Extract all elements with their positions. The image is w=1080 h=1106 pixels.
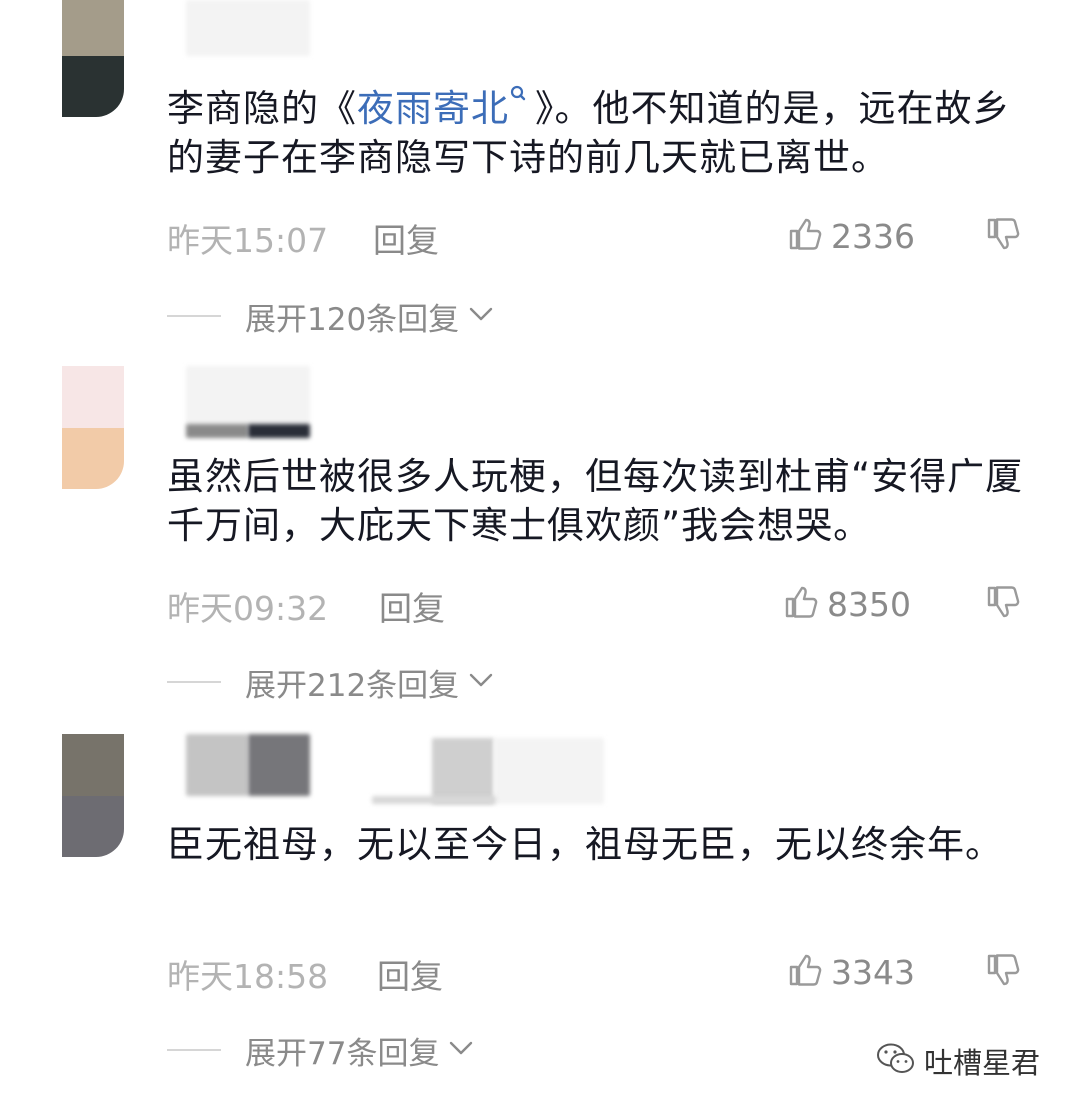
username-blurred bbox=[372, 796, 496, 804]
username-blurred bbox=[186, 424, 248, 438]
thumbs-down-icon bbox=[985, 586, 1021, 624]
expand-replies-label: 展开77条回复 bbox=[245, 1035, 440, 1072]
comment-time: 昨天15:07 bbox=[167, 221, 329, 260]
expand-replies-button[interactable]: 展开120条回复 bbox=[167, 296, 495, 338]
expand-replies-label: 展开212条回复 bbox=[245, 667, 460, 704]
search-icon bbox=[509, 84, 527, 112]
chevron-down-icon bbox=[467, 304, 495, 328]
username-blurred[interactable] bbox=[186, 734, 248, 796]
comment-time: 昨天09:32 bbox=[167, 589, 329, 628]
dislike-button[interactable] bbox=[985, 952, 1021, 992]
reply-button[interactable]: 回复 bbox=[373, 214, 439, 262]
username-blurred bbox=[248, 424, 310, 438]
username-blurred[interactable] bbox=[186, 366, 310, 426]
comment-meta: 昨天09:32 回复 8350 bbox=[167, 582, 1037, 628]
divider bbox=[167, 315, 221, 317]
divider bbox=[167, 681, 221, 683]
divider bbox=[167, 1049, 221, 1051]
like-button[interactable]: 3343 bbox=[787, 952, 915, 992]
like-count: 2336 bbox=[831, 216, 915, 256]
comment-text: 臣无祖母，无以至今日，祖母无臣，无以终余年。 bbox=[167, 823, 1003, 866]
username-blurred bbox=[494, 738, 604, 804]
chevron-down-icon bbox=[447, 1038, 475, 1062]
comment-text: 李商隐的《夜雨寄北 》。他不知道的是，远在故乡的妻子在李商隐写下诗的前几天就已离世… bbox=[167, 84, 1027, 182]
reply-button[interactable]: 回复 bbox=[377, 950, 443, 998]
like-count: 3343 bbox=[831, 952, 915, 992]
avatar[interactable] bbox=[62, 366, 124, 489]
comment-time: 昨天18:58 bbox=[167, 957, 329, 996]
watermark-text: 吐槽星君 bbox=[923, 1046, 1040, 1080]
thumbs-down-icon bbox=[985, 218, 1021, 256]
like-button[interactable]: 8350 bbox=[783, 584, 911, 624]
thumbs-up-icon bbox=[783, 584, 819, 624]
comment-text: 虽然后世被很多人玩梗，但每次读到杜甫“安得广厦千万间，大庇天下寒士俱欢颜”我会想… bbox=[167, 455, 1024, 547]
wechat-icon bbox=[876, 1042, 916, 1080]
dislike-button[interactable] bbox=[985, 584, 1021, 624]
comment-meta: 昨天15:07 回复 2336 bbox=[167, 214, 1037, 260]
search-link[interactable]: 夜雨寄北 bbox=[357, 84, 535, 130]
username-blurred bbox=[248, 734, 310, 796]
comment-meta: 昨天18:58 回复 3343 bbox=[167, 950, 1037, 996]
avatar[interactable] bbox=[62, 734, 124, 857]
thumbs-up-icon bbox=[787, 216, 823, 256]
watermark: 吐槽星君 bbox=[876, 1040, 1040, 1082]
expand-replies-button[interactable]: 展开212条回复 bbox=[167, 662, 495, 704]
chevron-down-icon bbox=[467, 670, 495, 694]
expand-replies-button[interactable]: 展开77条回复 bbox=[167, 1030, 475, 1072]
reply-button[interactable]: 回复 bbox=[379, 582, 445, 630]
thumbs-up-icon bbox=[787, 952, 823, 992]
dislike-button[interactable] bbox=[985, 216, 1021, 256]
username-blurred bbox=[432, 738, 494, 804]
thumbs-down-icon bbox=[985, 954, 1021, 992]
expand-replies-label: 展开120条回复 bbox=[245, 301, 460, 338]
username-blurred[interactable] bbox=[186, 0, 310, 56]
like-button[interactable]: 2336 bbox=[787, 216, 915, 256]
avatar[interactable] bbox=[62, 0, 124, 117]
like-count: 8350 bbox=[827, 584, 911, 624]
